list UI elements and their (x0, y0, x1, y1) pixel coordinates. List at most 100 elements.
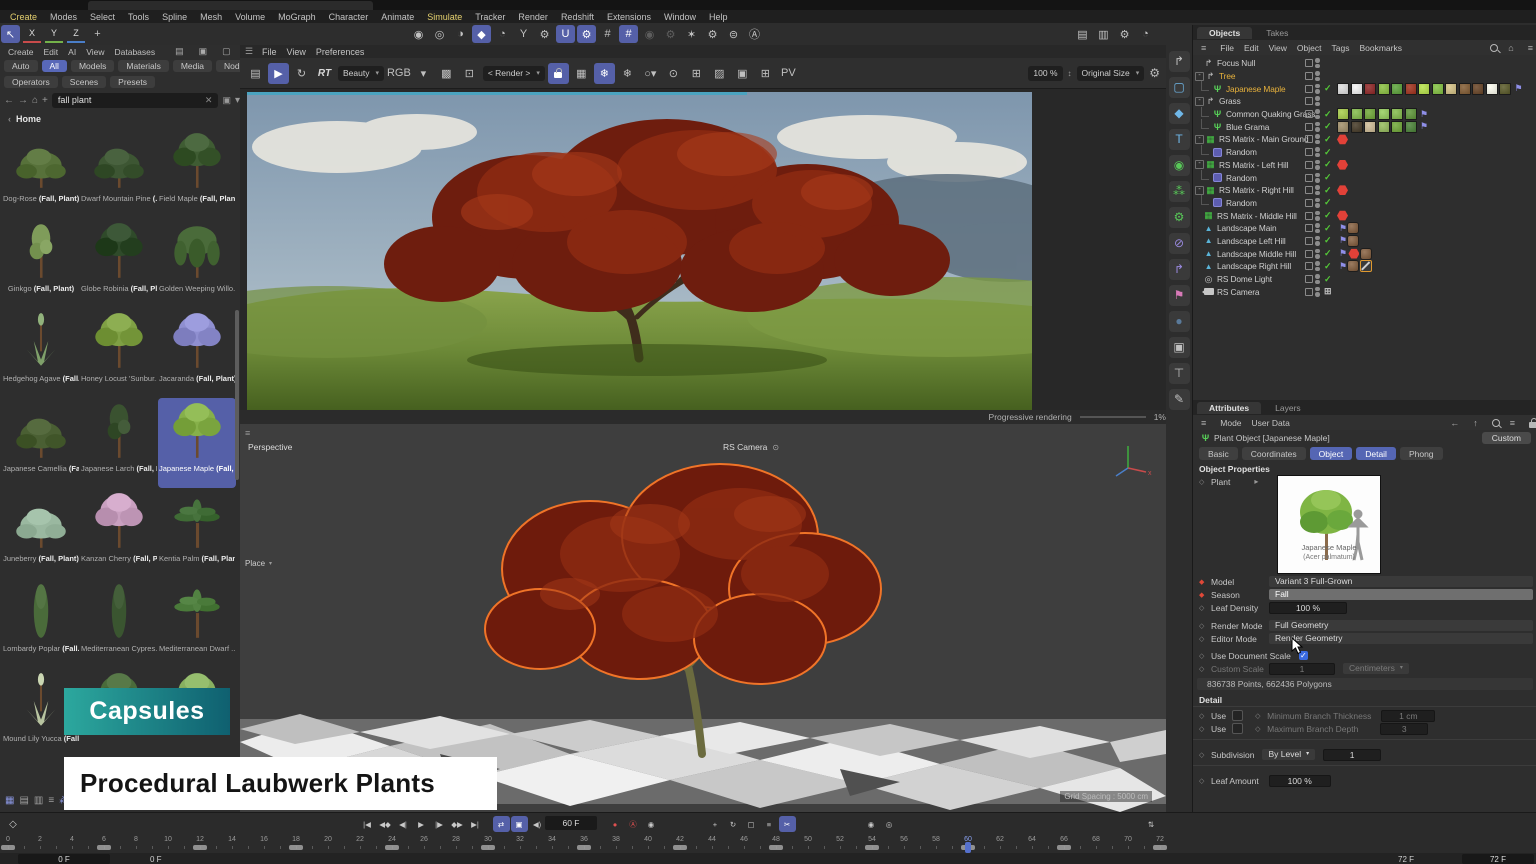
parent-up-icon[interactable]: ↑ (1473, 418, 1478, 428)
clear-search-icon[interactable]: ✕ (205, 93, 213, 108)
layer-and-visibility-toggles[interactable] (1305, 249, 1320, 259)
goto-start-button[interactable]: |◀ (359, 816, 376, 832)
render-picture-viewer-icon[interactable]: ▥ (1094, 25, 1113, 43)
image-icon[interactable]: ▣ (732, 63, 753, 84)
composition-target-icon[interactable]: ⊞ (1324, 286, 1331, 297)
lock-icon[interactable] (548, 63, 569, 84)
keyframe-marker-66[interactable] (1057, 845, 1071, 850)
filter-icon[interactable]: ▨ (709, 63, 730, 84)
object-name[interactable]: Landscape Left Hill (1217, 236, 1286, 246)
back-icon[interactable]: ← (4, 95, 14, 106)
material-swatch[interactable] (1486, 83, 1498, 95)
lock-icon[interactable] (1529, 422, 1536, 428)
section-tab-detail[interactable]: Detail (1356, 447, 1396, 460)
keyframe-marker-12[interactable] (193, 845, 207, 850)
asset-item-mediterranean-cypres[interactable]: Mediterranean Cypres... (80, 578, 158, 668)
object-name[interactable]: Common Quaking Grass (1226, 109, 1315, 119)
material-swatch[interactable] (1364, 108, 1376, 120)
object-name[interactable]: Grass (1219, 96, 1241, 106)
attributes-menu-mode[interactable]: Mode (1220, 418, 1241, 428)
object-name[interactable]: Landscape Right Hill (1217, 261, 1291, 271)
view-thumbnails-icon[interactable]: ▦ (5, 795, 14, 806)
object-manager-menu-object[interactable]: Object (1297, 43, 1322, 53)
material-swatch[interactable] (1472, 83, 1484, 95)
layer-and-visibility-toggles[interactable] (1305, 211, 1320, 221)
zoom-field[interactable]: 100 % (1028, 66, 1062, 81)
subdivision-mode-dropdown[interactable]: By Level▾ (1262, 749, 1315, 760)
character-tag-icon[interactable]: ⚑ (1169, 285, 1190, 306)
object-name[interactable]: Tree (1219, 71, 1235, 81)
menubar-item-help[interactable]: Help (709, 12, 728, 22)
preview-range-button[interactable]: ▣ (511, 816, 528, 832)
environment-icon[interactable]: ● (1169, 311, 1190, 332)
home-icon[interactable]: ⌂ (1508, 43, 1513, 53)
filter-tab-presets[interactable]: Presets (110, 76, 155, 88)
record-materials-button[interactable]: ◎ (881, 816, 898, 832)
enabled-checkmark-icon[interactable]: ✓ (1324, 274, 1331, 285)
redshift-tag-icon[interactable] (1337, 134, 1348, 145)
crop-icon[interactable]: ⊡ (459, 63, 480, 84)
home-icon[interactable]: ⌂ (32, 95, 38, 106)
record-button[interactable]: ● (607, 816, 624, 832)
object-row-rs-matrix-middle-hill[interactable]: ▦RS Matrix - Middle Hill✓ (1193, 209, 1536, 222)
annotation-flag-icon[interactable]: ⚑ (1339, 223, 1347, 234)
pyro-icon[interactable]: ⊜ (724, 25, 743, 43)
forward-icon[interactable]: → (18, 95, 28, 106)
enabled-checkmark-icon[interactable]: ✓ (1324, 159, 1331, 170)
enabled-checkmark-icon[interactable]: ✓ (1324, 134, 1331, 145)
filter-icon[interactable]: ≡ (1528, 43, 1533, 53)
material-swatch[interactable] (1405, 108, 1417, 120)
render-view-menu-file[interactable]: File (262, 47, 277, 57)
filter-tab-auto[interactable]: Auto (4, 60, 38, 72)
rgb-button[interactable]: RGB (387, 63, 411, 84)
asset-menu-ai[interactable]: AI (68, 47, 76, 57)
playhead[interactable] (965, 842, 971, 853)
use-min-checkbox[interactable] (1232, 710, 1243, 721)
keyframe-marker-42[interactable] (673, 845, 687, 850)
annotation-flag-icon[interactable]: ⚑ (1339, 261, 1347, 272)
render-settings-icon[interactable]: ⚙ (1115, 25, 1134, 43)
menubar-item-tools[interactable]: Tools (128, 12, 149, 22)
layer-and-visibility-toggles[interactable] (1305, 147, 1320, 157)
particles-icon[interactable]: ◉ (640, 25, 659, 43)
object-row-rs-camera[interactable]: RS Camera⊞ (1193, 285, 1536, 298)
add-to-viewer-icon[interactable]: ⊞ (755, 63, 776, 84)
keyframe-marker-6[interactable] (97, 845, 111, 850)
character-icon[interactable]: Y (514, 25, 533, 43)
render-view-menu-preferences[interactable]: Preferences (316, 47, 365, 57)
sim-cloth-icon[interactable]: ◆ (472, 25, 491, 43)
keyframe-marker-30[interactable] (481, 845, 495, 850)
material-swatch[interactable] (1364, 121, 1376, 133)
material-swatch[interactable] (1378, 108, 1390, 120)
menubar-item-tracker[interactable]: Tracker (475, 12, 505, 22)
panel-layout-a-icon[interactable]: ▤ (175, 46, 184, 57)
material-swatch[interactable] (1337, 83, 1349, 95)
compare-dropdown-icon[interactable]: ○▾ (640, 63, 661, 84)
layer-and-visibility-toggles[interactable] (1305, 173, 1320, 183)
grid-array-icon[interactable]: # (598, 25, 617, 43)
pv-button[interactable]: PV (778, 63, 799, 84)
object-name[interactable]: Landscape Main (1217, 223, 1277, 233)
menubar-item-simulate[interactable]: Simulate (427, 12, 462, 22)
texture-tag-icon[interactable] (1348, 261, 1358, 271)
expander-icon[interactable]: - (1195, 97, 1204, 106)
prev-frame-button[interactable]: ◀| (395, 816, 412, 832)
asset-item-kanzan-cherry[interactable]: Kanzan Cherry (Fall, Pl... (80, 488, 158, 578)
section-tab-phong[interactable]: Phong (1400, 447, 1443, 460)
camera-icon[interactable]: ▣ (1169, 337, 1190, 358)
layer-and-visibility-toggles[interactable] (1305, 236, 1320, 246)
rendered-image[interactable] (247, 92, 1032, 410)
axis-y-button[interactable]: Y (45, 26, 63, 43)
record-objects-button[interactable]: ◉ (863, 816, 880, 832)
object-row-common-quaking-grass[interactable]: ΨCommon Quaking Grass✓⚑ (1193, 108, 1536, 121)
character-settings-icon[interactable]: ⚙ (535, 25, 554, 43)
keyframe-marker-48[interactable] (769, 845, 783, 850)
panel-popout-icon[interactable]: ▢ (222, 46, 231, 57)
render-history-icon[interactable]: ◔ (1136, 25, 1155, 43)
snapshot-a-icon[interactable]: ❄ (594, 63, 615, 84)
render-slot-dropdown[interactable]: < Render >▾ (483, 66, 545, 81)
object-row-rs-dome-light[interactable]: ◎RS Dome Light✓ (1193, 273, 1536, 286)
attributes-tab-attributes[interactable]: Attributes (1197, 402, 1261, 414)
enabled-checkmark-icon[interactable]: ✓ (1324, 185, 1331, 196)
object-row-grass[interactable]: -↱Grass (1193, 95, 1536, 108)
